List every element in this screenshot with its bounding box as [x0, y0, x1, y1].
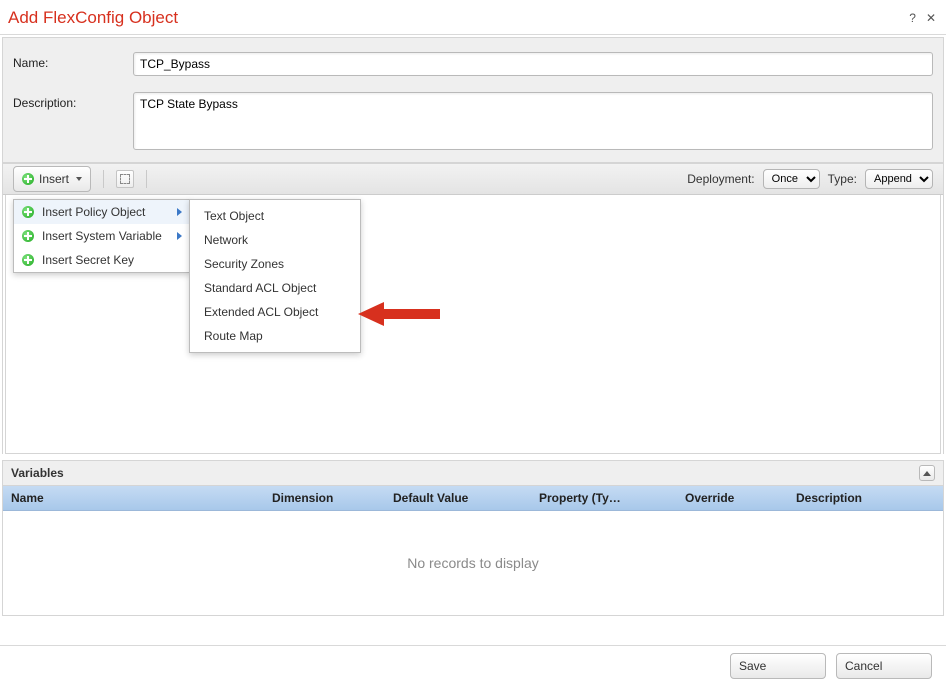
name-row: Name: — [13, 52, 933, 76]
plus-icon — [22, 254, 34, 266]
policy-object-submenu: Text Object Network Security Zones Stand… — [189, 199, 361, 353]
expand-editor-icon[interactable] — [116, 170, 134, 188]
chevron-down-icon — [76, 177, 82, 181]
editor-toolbar: Insert Deployment: Once Type: Append — [3, 163, 943, 195]
name-label: Name: — [13, 52, 133, 70]
chevron-right-icon — [177, 208, 182, 216]
menu-item-label: Network — [204, 233, 248, 247]
plus-icon — [22, 173, 34, 185]
menu-item-label: Security Zones — [204, 257, 284, 271]
help-icon[interactable]: ? — [909, 11, 916, 25]
flexconfig-dialog: Add FlexConfig Object ? ✕ Name: Descript… — [0, 0, 946, 686]
menu-insert-policy-object[interactable]: Insert Policy Object — [14, 200, 190, 224]
col-description[interactable]: Description — [788, 486, 943, 510]
variables-title: Variables — [11, 466, 64, 480]
variables-header: Variables — [3, 461, 943, 486]
title-actions: ? ✕ — [909, 11, 936, 25]
toolbar-separator — [146, 170, 147, 188]
variables-panel: Variables Name Dimension Default Value P… — [2, 460, 944, 616]
name-input[interactable] — [133, 52, 933, 76]
submenu-network[interactable]: Network — [190, 228, 360, 252]
button-label: Cancel — [845, 659, 882, 673]
submenu-standard-acl-object[interactable]: Standard ACL Object — [190, 276, 360, 300]
col-name[interactable]: Name — [3, 486, 264, 510]
menu-insert-system-variable[interactable]: Insert System Variable — [14, 224, 190, 248]
collapse-icon[interactable] — [919, 465, 935, 481]
dialog-footer: Save Cancel — [0, 645, 946, 686]
submenu-extended-acl-object[interactable]: Extended ACL Object — [190, 300, 360, 324]
plus-icon — [22, 230, 34, 242]
submenu-text-object[interactable]: Text Object — [190, 204, 360, 228]
insert-button-label: Insert — [39, 172, 69, 186]
title-bar: Add FlexConfig Object ? ✕ — [0, 0, 946, 34]
divider — [0, 34, 946, 35]
toolbar-right: Deployment: Once Type: Append — [687, 169, 933, 189]
description-input[interactable] — [133, 92, 933, 150]
close-icon[interactable]: ✕ — [926, 11, 936, 25]
description-label: Description: — [13, 92, 133, 110]
chevron-right-icon — [177, 232, 182, 240]
submenu-security-zones[interactable]: Security Zones — [190, 252, 360, 276]
insert-menu: Insert Policy Object Insert System Varia… — [13, 199, 191, 273]
deployment-select[interactable]: Once — [763, 169, 820, 189]
cancel-button[interactable]: Cancel — [836, 653, 932, 679]
menu-item-label: Insert Secret Key — [42, 253, 134, 267]
menu-item-label: Extended ACL Object — [204, 305, 318, 319]
col-default-value[interactable]: Default Value — [385, 486, 531, 510]
save-button[interactable]: Save — [730, 653, 826, 679]
type-label: Type: — [828, 172, 857, 186]
plus-icon — [22, 206, 34, 218]
form-area: Name: Description: — [2, 37, 944, 163]
menu-item-label: Insert Policy Object — [42, 205, 145, 219]
submenu-route-map[interactable]: Route Map — [190, 324, 360, 348]
dialog-title: Add FlexConfig Object — [8, 8, 178, 28]
description-row: Description: — [13, 92, 933, 150]
col-dimension[interactable]: Dimension — [264, 486, 385, 510]
deployment-label: Deployment: — [687, 172, 754, 186]
menu-item-label: Text Object — [204, 209, 264, 223]
type-select[interactable]: Append — [865, 169, 933, 189]
menu-insert-secret-key[interactable]: Insert Secret Key — [14, 248, 190, 272]
col-property[interactable]: Property (Ty… — [531, 486, 677, 510]
col-override[interactable]: Override — [677, 486, 788, 510]
button-label: Save — [739, 659, 766, 673]
toolbar-separator — [103, 170, 104, 188]
variables-empty: No records to display — [3, 511, 943, 615]
variables-columns: Name Dimension Default Value Property (T… — [3, 486, 943, 511]
menu-item-label: Route Map — [204, 329, 263, 343]
menu-item-label: Standard ACL Object — [204, 281, 316, 295]
insert-button[interactable]: Insert — [13, 166, 91, 192]
menu-item-label: Insert System Variable — [42, 229, 162, 243]
